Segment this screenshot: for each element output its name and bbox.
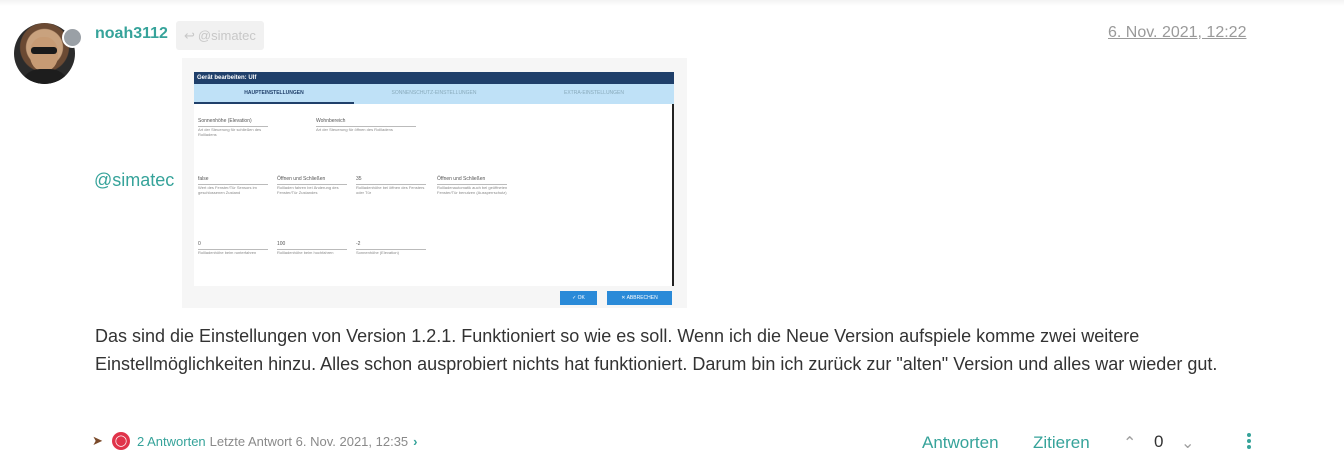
dialog-ok-button: ✓ OK (560, 291, 597, 305)
reply-to-user: @simatec (197, 28, 256, 43)
replier-avatar[interactable]: ➤ (92, 433, 108, 449)
dialog-tab: EXTRA-EINSTELLUNGEN (563, 90, 624, 96)
dialog-field-label: Sonnenhöhe (Elevation) (356, 250, 399, 255)
quote-button[interactable]: Zitieren (1033, 433, 1090, 453)
post-timestamp[interactable]: 6. Nov. 2021, 12:22 (1108, 24, 1246, 42)
vote-count[interactable]: 0 (1154, 432, 1163, 452)
dialog-field-label: Rollladenhöhe beim runterfahren (198, 250, 257, 255)
top-divider (0, 0, 1344, 6)
dialog-cancel-button: ✕ ABBRECHEN (607, 291, 672, 305)
dialog-field-value: 35 (356, 176, 426, 185)
dialog-field-label: Art der Steuerung für öffnen des Rolllad… (316, 127, 393, 132)
dialog-field-label: Rollladenhöhe beim hochfahren (277, 250, 334, 255)
dialog-field-value: -2 (356, 241, 426, 250)
replier-avatar[interactable]: ◯ (112, 432, 130, 450)
downvote-icon[interactable]: ⌄ (1181, 433, 1194, 453)
post-body: Das sind die Einstellungen von Version 1… (95, 326, 1218, 374)
dialog-field-value: Sonnenhöhe (Elevation) (198, 118, 268, 127)
dialog-field-label: Wert des Fenster/Tür Sensors im geschlos… (198, 185, 257, 195)
reply-to-badge[interactable]: ↩ @simatec (176, 21, 264, 50)
chevron-right-icon[interactable]: › (413, 434, 417, 449)
replies-count-link[interactable]: 2 Antworten (137, 434, 206, 449)
dialog-field-value: 0 (198, 241, 268, 250)
upvote-icon[interactable]: ⌃ (1123, 433, 1136, 453)
dialog-field-value: Wohnbereich (316, 118, 416, 127)
dialog-tab: SONNENSCHUTZ-EINSTELLUNGEN (391, 90, 477, 96)
more-options-icon[interactable] (1246, 433, 1252, 449)
dialog-scrollbar (672, 104, 674, 286)
user-mention[interactable]: @simatec (94, 170, 174, 191)
dialog-tab: HAUPTEINSTELLUNGEN (194, 84, 354, 104)
dialog-title: Gerät bearbeiten: Ulf (194, 72, 674, 84)
dialog-field-value: false (198, 176, 268, 185)
dialog-field-value: Öffnen und Schließen (437, 176, 507, 185)
offline-status-indicator (62, 27, 83, 48)
dialog-field-label: Rollladenautomatik auch bei geöffneten F… (437, 185, 508, 195)
close-icon: ✕ (621, 295, 626, 301)
reply-arrow-icon: ↩ (184, 28, 195, 43)
reply-button[interactable]: Antworten (922, 433, 999, 453)
dialog-field-label: Rollladenhöhe bei öffnen des Fensters od… (356, 185, 425, 195)
post-author[interactable]: noah3112 (95, 25, 168, 43)
dialog-field-label: Rollladen fahren bei Änderung des Fenste… (277, 185, 339, 195)
dialog-field-value: 100 (277, 241, 347, 250)
dialog-tabs: HAUPTEINSTELLUNGEN SONNENSCHUTZ-EINSTELL… (194, 84, 674, 104)
check-icon: ✓ (572, 295, 577, 301)
embedded-screenshot[interactable]: Gerät bearbeiten: Ulf HAUPTEINSTELLUNGEN… (182, 58, 687, 308)
dialog-field-label: Art der Steuerung für schließen des Roll… (198, 127, 262, 137)
dialog-body: Sonnenhöhe (Elevation) Art der Steuerung… (194, 104, 674, 286)
last-reply-time: Letzte Antwort 6. Nov. 2021, 12:35 (209, 433, 409, 449)
replies-summary[interactable]: ➤ ◯ 2 Antworten Letzte Antwort 6. Nov. 2… (92, 431, 418, 451)
dialog-field-value: Öffnen und Schließen (277, 176, 347, 185)
